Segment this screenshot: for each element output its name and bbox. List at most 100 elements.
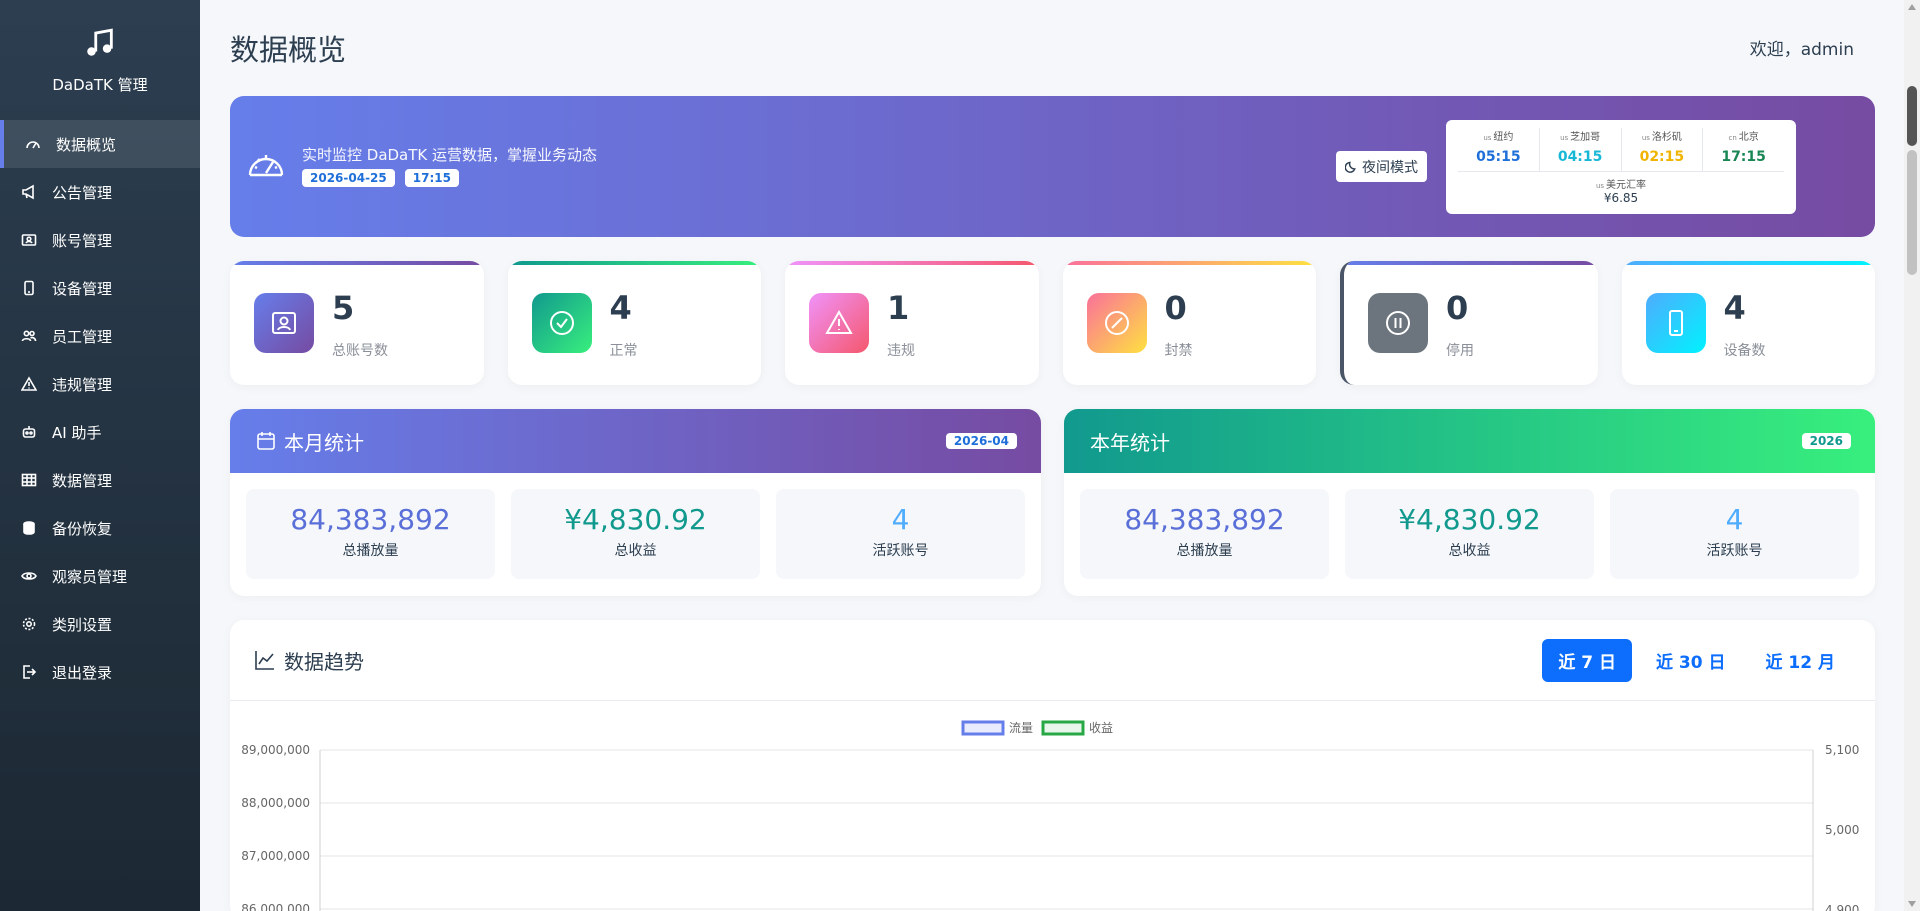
clock-city: us 芝加哥 bbox=[1560, 132, 1601, 143]
id-card-icon bbox=[20, 231, 38, 249]
stat-card[interactable]: 5 总账号数 bbox=[230, 261, 484, 385]
month-badge: 2026-04 bbox=[945, 433, 1017, 449]
year-panel-title: 本年统计 bbox=[1090, 430, 1170, 455]
sidebar-item-10[interactable]: 观察员管理 bbox=[0, 552, 200, 600]
world-clock: us 洛杉矶 02:15 bbox=[1622, 128, 1704, 171]
world-clock-card: us 纽约 05:15 us 芝加哥 04:15 us 洛杉矶 02:15 cn 北京 17:15 u… bbox=[1446, 120, 1796, 214]
line-chart-icon bbox=[255, 651, 274, 670]
stat-accent-bar bbox=[1344, 261, 1598, 265]
metric-tile: 4 活跃账号 bbox=[1610, 489, 1859, 579]
range-button-3[interactable]: 近 12 月 bbox=[1750, 639, 1852, 682]
people-icon bbox=[20, 327, 38, 345]
stat-card[interactable]: 0 封禁 bbox=[1062, 261, 1316, 385]
year-stats-panel: 本年统计 2026 84,383,892 总播放量 ¥4,830.92 总收益 4 活跃账… bbox=[1064, 409, 1875, 596]
sidebar-item-12[interactable]: 退出登录 bbox=[0, 648, 200, 696]
clock-time: 02:15 bbox=[1639, 149, 1685, 165]
stat-value: 0 bbox=[1164, 289, 1187, 327]
main-content: 数据概览 欢迎，admin 实时监控 DaDaTK 运营数据，掌握业务动态 20… bbox=[200, 0, 1900, 911]
stat-card[interactable]: 4 设备数 bbox=[1621, 261, 1875, 385]
music-note-icon bbox=[83, 26, 117, 60]
stat-accent-bar bbox=[230, 261, 484, 265]
stat-label: 设备数 bbox=[1723, 343, 1766, 359]
y-left-tick-label: 86,000,000 bbox=[241, 902, 310, 911]
trend-chart: 流量 收益 89,000,000 88,000,000 87,000,000 86,000… bbox=[230, 701, 1875, 911]
sidebar-item-label: 数据管理 bbox=[52, 471, 113, 490]
trend-header: 数据趋势 近 7 日近 30 日近 12 月 bbox=[230, 620, 1875, 701]
legend-swatch bbox=[961, 720, 1005, 736]
stat-label: 总账号数 bbox=[332, 343, 388, 359]
stat-value: 4 bbox=[1723, 289, 1746, 327]
moon-icon bbox=[1345, 161, 1356, 173]
y-right-tick-label: 4,900 bbox=[1825, 903, 1859, 911]
metric-value: 84,383,892 bbox=[290, 503, 451, 536]
sidebar-item-label: 账号管理 bbox=[52, 231, 113, 250]
table-icon bbox=[20, 471, 38, 489]
dashboard-gauge-icon bbox=[24, 135, 42, 153]
night-mode-label: 夜间模式 bbox=[1362, 159, 1418, 176]
range-button-2[interactable]: 近 30 日 bbox=[1640, 639, 1742, 682]
night-mode-button[interactable]: 夜间模式 bbox=[1336, 151, 1427, 182]
range-button-1[interactable]: 近 7 日 bbox=[1542, 638, 1632, 682]
y-right-tick-label: 5,100 bbox=[1825, 743, 1859, 757]
metric-tile: 84,383,892 总播放量 bbox=[246, 489, 495, 579]
metric-label: 总播放量 bbox=[342, 543, 399, 559]
metric-label: 总收益 bbox=[614, 543, 657, 559]
topbar: 数据概览 欢迎，admin bbox=[230, 0, 1870, 95]
sidebar-item-8[interactable]: 数据管理 bbox=[0, 456, 200, 504]
stat-card[interactable]: 1 违规 bbox=[785, 261, 1039, 385]
sidebar-item-label: 备份恢复 bbox=[52, 519, 113, 538]
stat-label: 正常 bbox=[609, 343, 638, 359]
fx-label: 美元汇率 bbox=[1606, 180, 1647, 191]
stat-card[interactable]: 4 正常 bbox=[507, 261, 761, 385]
scroll-down-arrow-icon[interactable] bbox=[1908, 901, 1916, 907]
sidebar: DaDaTK 管理 数据概览 公告管理 账号管理 设备管理 员工管理 违规管理 AI 助手数… bbox=[0, 0, 200, 911]
sidebar-item-4[interactable]: 设备管理 bbox=[0, 264, 200, 312]
month-metrics: 84,383,892 总播放量 ¥4,830.92 总收益 4 活跃账号 bbox=[230, 473, 1041, 579]
scroll-thumb[interactable] bbox=[1907, 86, 1917, 146]
trend-card: 数据趋势 近 7 日近 30 日近 12 月 流量 收益 89,000,000 88,… bbox=[230, 620, 1875, 911]
stat-label: 封禁 bbox=[1164, 343, 1193, 359]
stat-accent-bar bbox=[1062, 261, 1316, 265]
stat-card[interactable]: 0 停用 bbox=[1340, 261, 1598, 385]
y-left-tick-label: 87,000,000 bbox=[241, 849, 310, 863]
metric-value: 4 bbox=[891, 503, 910, 536]
sidebar-item-label: 类别设置 bbox=[52, 615, 113, 634]
y-right-tick-label: 5,000 bbox=[1825, 823, 1859, 837]
legend-label: 收益 bbox=[1089, 721, 1113, 735]
sidebar-item-5[interactable]: 员工管理 bbox=[0, 312, 200, 360]
page-title: 数据概览 bbox=[230, 32, 347, 67]
megaphone-icon bbox=[20, 183, 38, 201]
trend-title: 数据趋势 bbox=[284, 649, 364, 674]
stat-value: 4 bbox=[609, 289, 632, 327]
sidebar-item-1[interactable]: 数据概览 bbox=[0, 120, 200, 168]
scrollbar[interactable] bbox=[1904, 0, 1920, 911]
metric-value: ¥4,830.92 bbox=[564, 503, 707, 536]
clock-time: 05:15 bbox=[1476, 149, 1521, 165]
month-panel-header: 本月统计 2026-04 bbox=[230, 409, 1041, 473]
clock-city: us 纽约 bbox=[1483, 132, 1514, 143]
sidebar-item-6[interactable]: 违规管理 bbox=[0, 360, 200, 408]
sidebar-item-9[interactable]: 备份恢复 bbox=[0, 504, 200, 552]
sidebar-item-3[interactable]: 账号管理 bbox=[0, 216, 200, 264]
sidebar-item-7[interactable]: AI 助手 bbox=[0, 408, 200, 456]
stat-accent-bar bbox=[1621, 261, 1875, 265]
stat-value: 0 bbox=[1446, 289, 1469, 327]
sidebar-nav: 数据概览 公告管理账号管理设备管理 员工管理违规管理 AI 助手数据管理备份恢复观察员… bbox=[0, 120, 200, 696]
metric-value: 4 bbox=[1725, 503, 1744, 536]
scroll-track-highlight bbox=[1907, 150, 1917, 275]
warning-triangle-icon bbox=[809, 293, 869, 353]
stat-label: 违规 bbox=[887, 343, 915, 359]
sidebar-item-11[interactable]: 类别设置 bbox=[0, 600, 200, 648]
metric-label: 活跃账号 bbox=[872, 543, 929, 559]
brand[interactable]: DaDaTK 管理 bbox=[0, 0, 200, 120]
scroll-up-arrow-icon[interactable] bbox=[1908, 4, 1916, 10]
y-left-tick-label: 89,000,000 bbox=[241, 743, 310, 757]
sidebar-item-label: 违规管理 bbox=[52, 375, 113, 394]
check-circle-icon bbox=[531, 293, 592, 353]
metric-value: 84,383,892 bbox=[1124, 503, 1285, 536]
metric-value: ¥4,830.92 bbox=[1398, 503, 1541, 536]
pause-circle-icon bbox=[1368, 293, 1428, 353]
speedometer-icon bbox=[246, 147, 286, 187]
sidebar-item-2[interactable]: 公告管理 bbox=[0, 168, 200, 216]
metric-tile: ¥4,830.92 总收益 bbox=[511, 489, 760, 579]
